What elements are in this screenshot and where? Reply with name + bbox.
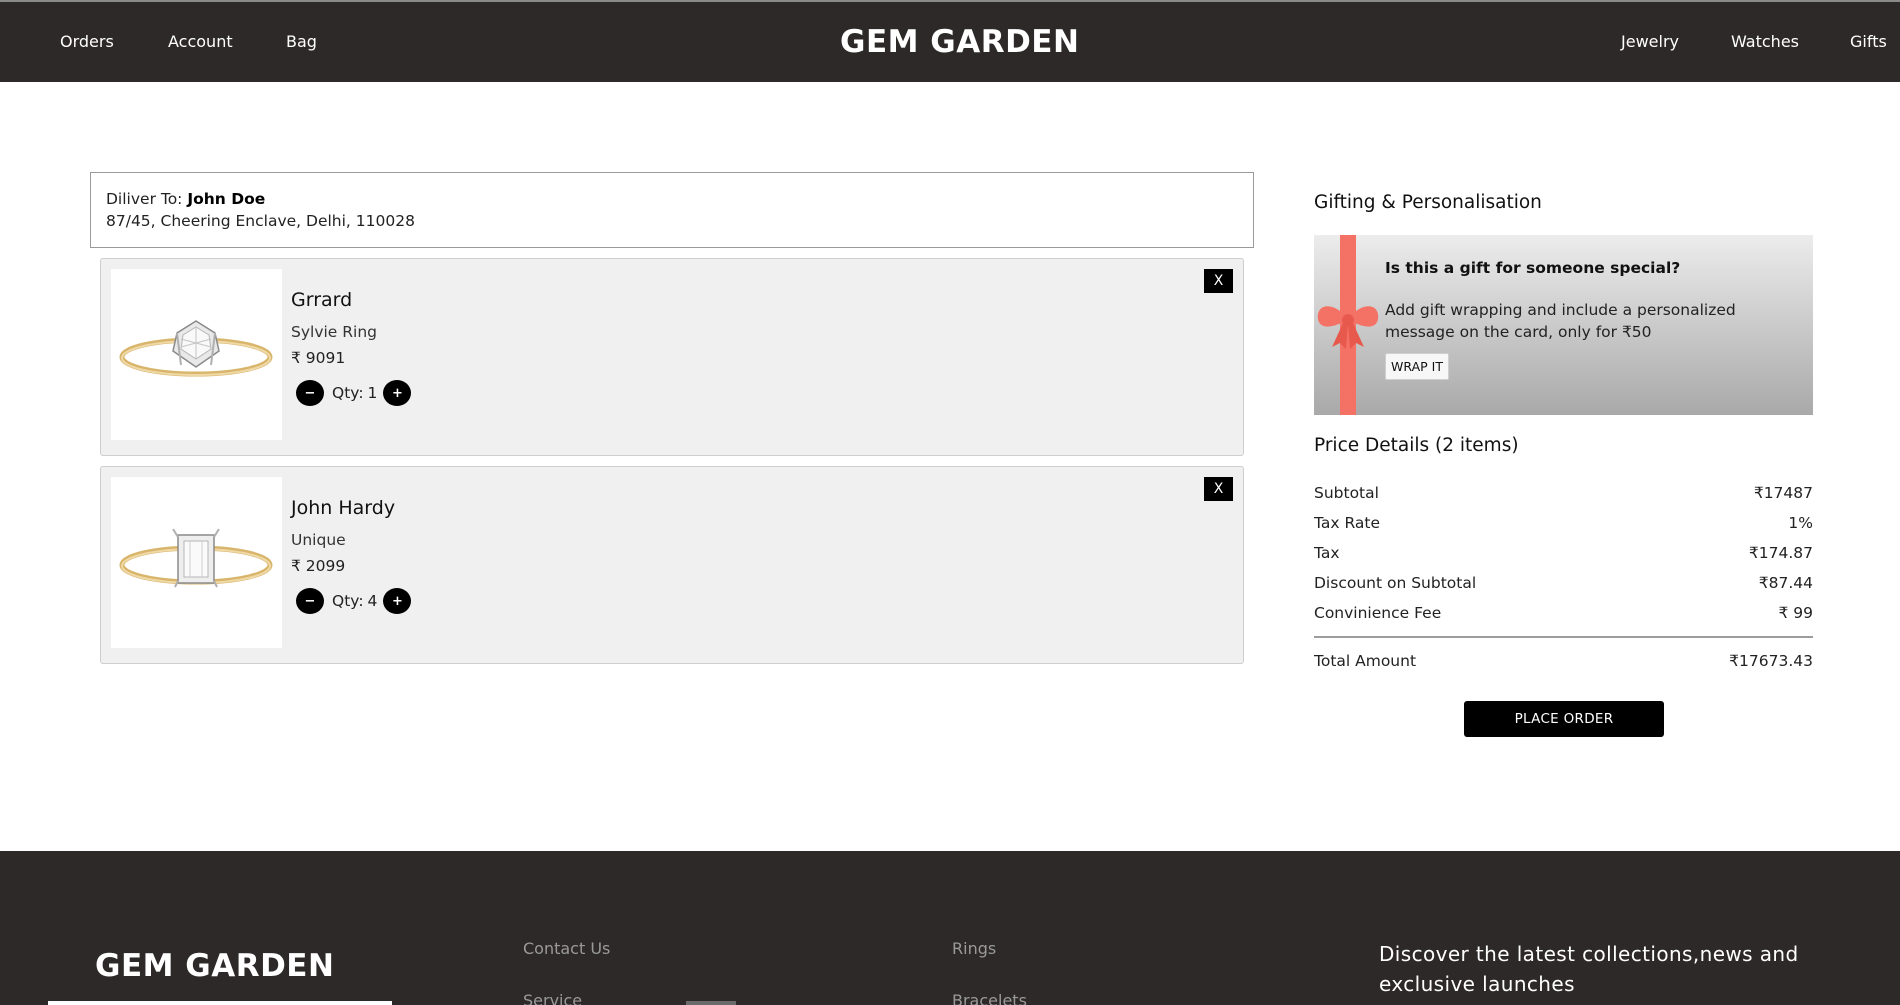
footer-underline (48, 1001, 392, 1005)
ring-round-icon (119, 320, 273, 377)
product-brand: Grrard (291, 289, 353, 311)
increase-qty-button[interactable]: + (383, 380, 412, 406)
remove-item-button[interactable]: X (1204, 269, 1233, 293)
product-image-ring-emerald[interactable] (111, 477, 282, 648)
product-image-ring-round[interactable] (111, 269, 282, 440)
price-value: 1% (1788, 514, 1813, 532)
nav-orders-link[interactable]: Orders (60, 32, 114, 51)
nav-watches-link[interactable]: Watches (1731, 32, 1799, 51)
product-name: Unique (291, 531, 346, 549)
gift-wrap-card: Is this a gift for someone special? Add … (1314, 235, 1813, 415)
qty-label: Qty: (332, 384, 364, 402)
price-value: ₹174.87 (1748, 544, 1813, 562)
total-label: Total Amount (1314, 652, 1417, 670)
footer-rings-link[interactable]: Rings (952, 939, 996, 958)
nav-jewelry-link[interactable]: Jewelry (1621, 32, 1679, 51)
total-value: ₹17673.43 (1729, 652, 1813, 670)
increase-qty-button[interactable]: + (383, 588, 412, 614)
nav-bag-link[interactable]: Bag (286, 32, 317, 51)
price-label: Tax Rate (1314, 514, 1381, 532)
nav-gifts-link[interactable]: Gifts (1850, 32, 1887, 51)
product-brand: John Hardy (291, 497, 396, 519)
price-value: ₹87.44 (1758, 574, 1813, 592)
deliver-to-address: 87/45, Cheering Enclave, Delhi, 110028 (106, 212, 415, 230)
deliver-to-name: John Doe (187, 190, 266, 208)
footer-service-link[interactable]: Service (523, 991, 582, 1005)
price-label: Tax (1314, 544, 1340, 562)
footer-logo[interactable]: GEM GARDEN (95, 948, 334, 984)
gifting-title: Gifting & Personalisation (1314, 192, 1542, 213)
delivery-address-box: Diliver To: John Doe 87/45, Cheering Enc… (90, 172, 1254, 248)
site-footer: GEM GARDEN Contact Us Service Rings Brac… (0, 851, 1900, 1005)
footer-bracelets-link[interactable]: Bracelets (952, 991, 1027, 1005)
price-value: ₹ 99 (1778, 604, 1813, 622)
site-logo[interactable]: GEM GARDEN (840, 24, 1079, 60)
qty-label: Qty: (332, 592, 364, 610)
decrease-qty-button[interactable]: − (296, 380, 324, 406)
gift-heading: Is this a gift for someone special? (1385, 259, 1681, 277)
price-divider (1314, 636, 1813, 638)
qty-value: 4 (367, 592, 378, 610)
newsletter-text: Discover the latest collections,news and… (1379, 942, 1799, 996)
gift-bow-icon (1317, 306, 1379, 349)
footer-contact-link[interactable]: Contact Us (523, 939, 610, 958)
price-label: Subtotal (1314, 484, 1379, 502)
product-price: ₹ 9091 (291, 349, 346, 367)
wrap-it-button[interactable]: WRAP IT (1385, 353, 1449, 380)
price-details-title: Price Details (2 items) (1314, 435, 1519, 456)
remove-item-button[interactable]: X (1204, 477, 1233, 501)
place-order-button[interactable]: PLACE ORDER (1464, 701, 1664, 737)
ring-emerald-icon (119, 528, 273, 588)
nav-account-link[interactable]: Account (168, 32, 233, 51)
cart-item: Grrard Sylvie Ring ₹ 9091 − Qty: 1 + X (100, 258, 1244, 456)
deliver-to-label: Diliver To: (106, 190, 183, 208)
product-price: ₹ 2099 (291, 557, 346, 575)
gift-description: Add gift wrapping and include a personal… (1385, 301, 1736, 341)
site-header: Orders Account Bag GEM GARDEN Jewelry Wa… (0, 2, 1900, 82)
price-value: ₹17487 (1753, 484, 1813, 502)
price-label: Convinience Fee (1314, 604, 1442, 622)
deliver-to-line: Diliver To: John Doe (106, 188, 1238, 210)
decrease-qty-button[interactable]: − (296, 588, 324, 614)
qty-value: 1 (367, 384, 378, 402)
quantity-stepper: − Qty: 1 + (296, 380, 412, 406)
footer-divider (686, 1001, 736, 1005)
cart-item: John Hardy Unique ₹ 2099 − Qty: 4 + X (100, 466, 1244, 664)
product-name: Sylvie Ring (291, 323, 377, 341)
quantity-stepper: − Qty: 4 + (296, 588, 412, 614)
price-label: Discount on Subtotal (1314, 574, 1477, 592)
